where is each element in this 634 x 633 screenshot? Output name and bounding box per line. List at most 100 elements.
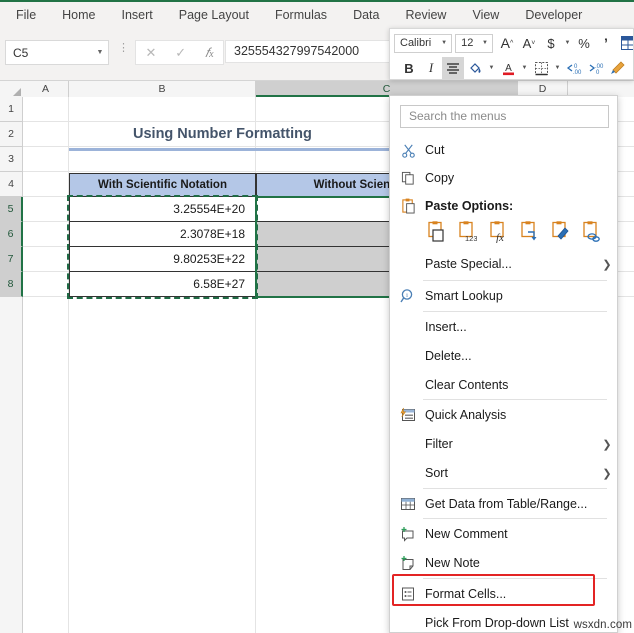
currency-format-icon[interactable]: $ <box>540 32 562 54</box>
menu-item-copy[interactable]: Copy <box>391 163 617 193</box>
font-size-combo[interactable]: 12 ▼ <box>455 33 493 53</box>
percent-format-icon[interactable]: % <box>573 32 595 54</box>
row-header-4[interactable]: 4 <box>0 172 23 197</box>
ribbon-tab-formulas[interactable]: Formulas <box>262 2 340 28</box>
quick-analysis-icon <box>391 400 425 430</box>
increase-decimal-icon[interactable]: .00 0 <box>585 57 607 79</box>
chevron-down-icon[interactable]: ▼ <box>92 42 108 63</box>
format-painter-icon[interactable] <box>607 57 629 79</box>
comma-format-icon[interactable]: ’ <box>595 32 617 54</box>
menu-item-filter[interactable]: Filter ❯ <box>391 429 617 459</box>
center-align-svg <box>447 63 459 74</box>
fx-icon[interactable]: 𝑓x <box>205 45 214 61</box>
row-header-3[interactable]: 3 <box>0 147 23 172</box>
column-header-a[interactable]: A <box>23 81 69 97</box>
chevron-down-icon[interactable]: ▼ <box>478 40 492 46</box>
center-align-icon[interactable] <box>442 57 464 79</box>
paste-values-icon[interactable]: 123 <box>454 219 480 245</box>
ribbon-tab-data[interactable]: Data <box>340 2 392 28</box>
paste-formatting-icon[interactable] <box>547 219 573 245</box>
menu-item-insert[interactable]: Insert... <box>391 312 617 342</box>
decrease-decimal-icon[interactable]: 0 .00 <box>563 57 585 79</box>
row-header-2[interactable]: 2 <box>0 122 23 147</box>
paste-link-svg <box>583 221 600 242</box>
menu-item-paste-special-label: Paste Special... <box>425 257 512 271</box>
menu-item-paste-options: Paste Options: <box>391 191 617 221</box>
ribbon-tab-insert[interactable]: Insert <box>109 2 166 28</box>
chevron-down-icon[interactable]: ▼ <box>486 57 497 79</box>
paste-all-icon[interactable] <box>423 219 449 245</box>
chevron-down-icon[interactable]: ▼ <box>552 57 563 79</box>
menu-item-delete[interactable]: Delete... <box>391 341 617 371</box>
select-all-corner[interactable] <box>0 81 24 97</box>
chevron-right-icon[interactable]: ❯ <box>596 438 617 451</box>
paste-transpose-icon[interactable] <box>516 219 542 245</box>
menu-item-quick-analysis-label: Quick Analysis <box>425 408 507 422</box>
borders-svg <box>534 61 548 75</box>
menu-item-new-note[interactable]: New Note <box>391 548 617 578</box>
search-menus-input[interactable]: Search the menus <box>400 105 609 128</box>
copy-icon <box>391 163 425 193</box>
row-header-8[interactable]: 8 <box>0 272 23 297</box>
ribbon-tab-home[interactable]: Home <box>49 2 108 28</box>
new-comment-svg <box>401 527 414 542</box>
menu-item-quick-analysis[interactable]: Quick Analysis <box>391 400 617 430</box>
row-header-6[interactable]: 6 <box>0 222 23 247</box>
menu-item-clear-contents[interactable]: Clear Contents <box>391 370 617 400</box>
borders-icon[interactable] <box>530 57 552 79</box>
column-header-b[interactable]: B <box>69 81 256 97</box>
menu-item-smart-lookup[interactable]: i Smart Lookup <box>391 281 617 311</box>
paste-link-icon[interactable] <box>578 219 604 245</box>
fill-bucket-svg <box>469 62 481 73</box>
cell-b7[interactable]: 9.80253E+22 <box>69 247 256 272</box>
chevron-down-icon[interactable]: ▼ <box>437 40 451 46</box>
font-color-icon[interactable]: A <box>497 57 519 79</box>
decrease-decimal-svg: 0 .00 <box>566 64 582 75</box>
italic-button[interactable]: I <box>420 57 442 79</box>
fill-color-icon[interactable] <box>464 57 486 79</box>
menu-item-get-data-from-table[interactable]: Get Data from Table/Range... <box>391 489 617 519</box>
table-header-col-b: With Scientific Notation <box>69 173 256 197</box>
grow-font-icon[interactable]: A ^ <box>496 32 518 54</box>
ribbon-tab-page-layout[interactable]: Page Layout <box>166 2 262 28</box>
paste-values-svg: 123 <box>459 221 477 243</box>
check-icon[interactable]: ✓ <box>175 45 186 61</box>
chevron-down-icon[interactable]: ▼ <box>519 57 530 79</box>
font-size-value: 12 <box>461 37 474 49</box>
font-name-combo[interactable]: Calibri ▼ <box>394 33 453 53</box>
row-header-1[interactable]: 1 <box>0 97 23 122</box>
paste-transpose-svg <box>521 221 537 241</box>
paste-formulas-icon[interactable]: fx <box>485 219 511 245</box>
cell-b5[interactable]: 3.25554E+20 <box>69 197 256 222</box>
row-header-7[interactable]: 7 <box>0 247 23 272</box>
chevron-right-icon[interactable]: ❯ <box>596 258 617 271</box>
mini-toolbar[interactable]: Calibri ▼ 12 ▼ A ^ A ˅ $ ▼ % ’ B I ▼ A ▼… <box>389 28 634 80</box>
shrink-font-icon[interactable]: A ˅ <box>518 32 540 54</box>
ribbon-tab-review[interactable]: Review <box>392 2 459 28</box>
cancel-icon[interactable]: ✕ <box>145 45 156 61</box>
menu-item-sort[interactable]: Sort ❯ <box>391 458 617 488</box>
bold-button[interactable]: B <box>398 57 420 79</box>
chevron-down-icon[interactable]: ▼ <box>562 32 573 54</box>
format-as-table-icon[interactable] <box>617 32 633 54</box>
cell-b8[interactable]: 6.58E+27 <box>69 272 256 297</box>
svg-text:A: A <box>505 63 512 74</box>
menu-item-format-cells[interactable]: Format Cells... <box>391 579 617 609</box>
paste-icon <box>391 191 425 221</box>
menu-item-get-data-from-table-label: Get Data from Table/Range... <box>425 497 588 511</box>
insert-icon-placeholder <box>391 312 425 342</box>
menu-item-new-comment[interactable]: New Comment <box>391 519 617 549</box>
ribbon-tab-view[interactable]: View <box>459 2 512 28</box>
name-box[interactable]: C5 ▼ <box>5 40 109 65</box>
menu-item-paste-special[interactable]: Paste Special... ❯ <box>391 249 617 279</box>
cell-b6[interactable]: 2.3078E+18 <box>69 222 256 247</box>
chevron-right-icon[interactable]: ❯ <box>596 467 617 480</box>
row-header-5[interactable]: 5 <box>0 197 23 222</box>
menu-item-cut[interactable]: Cut <box>391 135 617 165</box>
format-cells-icon <box>391 579 425 609</box>
menu-item-insert-label: Insert... <box>425 320 467 334</box>
menu-item-filter-label: Filter <box>425 437 453 451</box>
ribbon-tab-file[interactable]: File <box>0 2 49 28</box>
ribbon-tab-developer[interactable]: Developer <box>512 2 595 28</box>
context-menu[interactable]: Search the menus Cut Copy Paste Options:… <box>389 95 618 633</box>
